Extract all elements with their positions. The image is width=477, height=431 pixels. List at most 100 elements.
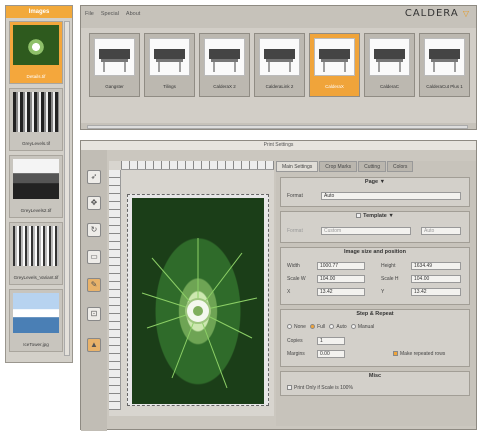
- printer-icon: [369, 38, 410, 76]
- menu-about[interactable]: About: [126, 11, 140, 17]
- printer-label: CalderaX: [325, 84, 344, 89]
- scaleh-field[interactable]: 104.00: [411, 275, 461, 283]
- printer-label: CalderaC: [379, 84, 399, 89]
- print-only-option[interactable]: Print Only if Scale is 100%: [287, 384, 353, 392]
- lock-icon[interactable]: ▲: [87, 338, 101, 352]
- template-section: Template ▼ Format Custom Auto: [280, 211, 470, 243]
- radio-full[interactable]: [310, 324, 316, 330]
- page-section-title: Page ▼: [364, 179, 386, 185]
- images-scrollbar[interactable]: [64, 21, 70, 356]
- image-size-section: Image size and position Width 1000.77 He…: [280, 247, 470, 305]
- misc-title: Misc: [368, 373, 382, 379]
- tab-colors[interactable]: Colors: [386, 161, 414, 172]
- printer-label: CalderaLink 2: [265, 84, 294, 89]
- rotate-icon[interactable]: ↻: [87, 223, 101, 237]
- radio-auto[interactable]: [329, 324, 335, 330]
- tab-cutting[interactable]: Cutting: [358, 161, 386, 172]
- printer-label: CalderaX 2: [213, 84, 236, 89]
- menu-special[interactable]: Special: [101, 11, 119, 17]
- logo-triangle-icon: ▽: [462, 9, 470, 18]
- width-label: Width: [287, 263, 300, 269]
- page-icon[interactable]: ▭: [87, 250, 101, 264]
- y-label: Y: [381, 289, 385, 295]
- image-thumbnail[interactable]: IceTower.jpg: [9, 289, 63, 352]
- thumbnail-picture: [13, 92, 59, 132]
- printer-icon: [259, 38, 300, 76]
- height-label: Height: [381, 263, 396, 269]
- thumbnail-picture: [13, 293, 59, 333]
- printer-card[interactable]: CalderaLink 2: [254, 33, 305, 97]
- margins-label: Margins: [287, 351, 305, 357]
- images-panel: Images Details.tif GreyLevels.tif GreyLeve…: [5, 5, 73, 363]
- printer-icon: [424, 38, 465, 76]
- printer-window: File Special About CALDERA ▽ Gangster Til…: [80, 5, 477, 130]
- radio-full-label: Full: [317, 324, 326, 330]
- width-field[interactable]: 1000.77: [317, 262, 365, 270]
- tool-column: ➶ ✥ ↻ ▭ ✎ ⊡ ▲: [81, 150, 107, 431]
- settings-panel: Main Settings Crop Marks Cutting Colors …: [276, 161, 476, 426]
- page-format-select[interactable]: Auto: [321, 192, 461, 200]
- thumbnail-caption: GreyLevels_Variant.tif: [13, 275, 59, 280]
- step-repeat-title: Step & Repeat: [356, 311, 394, 317]
- print-settings-window: Print Settings ➶ ✥ ↻ ▭ ✎ ⊡ ▲ Main Settin…: [80, 140, 477, 431]
- horizontal-ruler: [121, 161, 274, 170]
- printer-card[interactable]: CalderaX 2: [199, 33, 250, 97]
- image-thumbnail[interactable]: GreyLevels_Variant.tif: [9, 222, 63, 285]
- printer-icon: [149, 38, 190, 76]
- fit-icon[interactable]: ⊡: [87, 307, 101, 321]
- image-thumbnail[interactable]: Details.tif: [9, 21, 63, 84]
- image-size-title: Image size and position: [343, 249, 407, 255]
- thumbnail-caption: GreyLevels2.tif: [20, 208, 52, 213]
- settings-tabs: Main Settings Crop Marks Cutting Colors: [276, 161, 476, 172]
- images-panel-title: Images: [6, 6, 72, 18]
- flower-spikes: [141, 238, 258, 389]
- height-field[interactable]: 1634.49: [411, 262, 461, 270]
- template-checkbox[interactable]: [356, 213, 362, 219]
- x-field[interactable]: 13.42: [317, 288, 365, 296]
- template-extra-select[interactable]: Auto: [421, 227, 461, 235]
- x-label: X: [287, 289, 291, 295]
- printer-card[interactable]: CalderaX: [309, 33, 360, 97]
- move-icon[interactable]: ✥: [87, 196, 101, 210]
- printer-card[interactable]: Gangster: [89, 33, 140, 97]
- print-only-checkbox[interactable]: [287, 385, 292, 391]
- template-format-select[interactable]: Custom: [321, 227, 411, 235]
- misc-section: Misc Print Only if Scale is 100%: [280, 371, 470, 396]
- make-repeated-checkbox[interactable]: [393, 351, 398, 357]
- radio-none[interactable]: [287, 324, 292, 330]
- printer-card[interactable]: CalderaCut Plus 1: [419, 33, 470, 97]
- thumbnail-picture: [13, 226, 59, 266]
- image-thumbnail[interactable]: GreyLevels2.tif: [9, 155, 63, 218]
- tab-crop-marks[interactable]: Crop Marks: [319, 161, 358, 172]
- flower-image[interactable]: [132, 198, 264, 404]
- printer-label: CalderaCut Plus 1: [426, 84, 463, 89]
- radio-manual[interactable]: [350, 324, 356, 330]
- template-format-label: Format: [287, 228, 303, 234]
- y-field[interactable]: 13.42: [411, 288, 461, 296]
- image-thumbnail[interactable]: GreyLevels.tif: [9, 88, 63, 151]
- printer-card[interactable]: Tilings: [144, 33, 195, 97]
- copies-field[interactable]: 1: [317, 337, 345, 345]
- printer-label: Gangster: [105, 84, 124, 89]
- print-only-label: Print Only if Scale is 100%: [294, 385, 353, 391]
- page-format-label: Format: [287, 193, 303, 199]
- printer-icon: [314, 38, 355, 76]
- make-repeated-rows[interactable]: Make repeated rows: [393, 350, 445, 358]
- printer-card[interactable]: CalderaC: [364, 33, 415, 97]
- crop-icon[interactable]: ✎: [87, 278, 101, 292]
- pointer-icon[interactable]: ➶: [87, 170, 101, 184]
- image-list: Details.tif GreyLevels.tif GreyLevels2.tif…: [9, 21, 63, 356]
- margins-field[interactable]: 0.00: [317, 350, 345, 358]
- radio-none-label: None: [294, 324, 306, 330]
- page-preview[interactable]: [127, 194, 269, 406]
- tab-main-settings[interactable]: Main Settings: [276, 161, 319, 172]
- step-repeat-options: None Full Auto Manual: [287, 323, 374, 331]
- thumbnail-picture: [13, 25, 59, 65]
- print-preview-area: [109, 161, 274, 416]
- printer-scrollbar[interactable]: [87, 125, 468, 129]
- menu-file[interactable]: File: [85, 11, 94, 17]
- scalew-field[interactable]: 104.00: [317, 275, 365, 283]
- thumbnail-caption: GreyLevels.tif: [21, 141, 51, 146]
- thumbnail-picture: [13, 159, 59, 199]
- copies-label: Copies: [287, 338, 303, 344]
